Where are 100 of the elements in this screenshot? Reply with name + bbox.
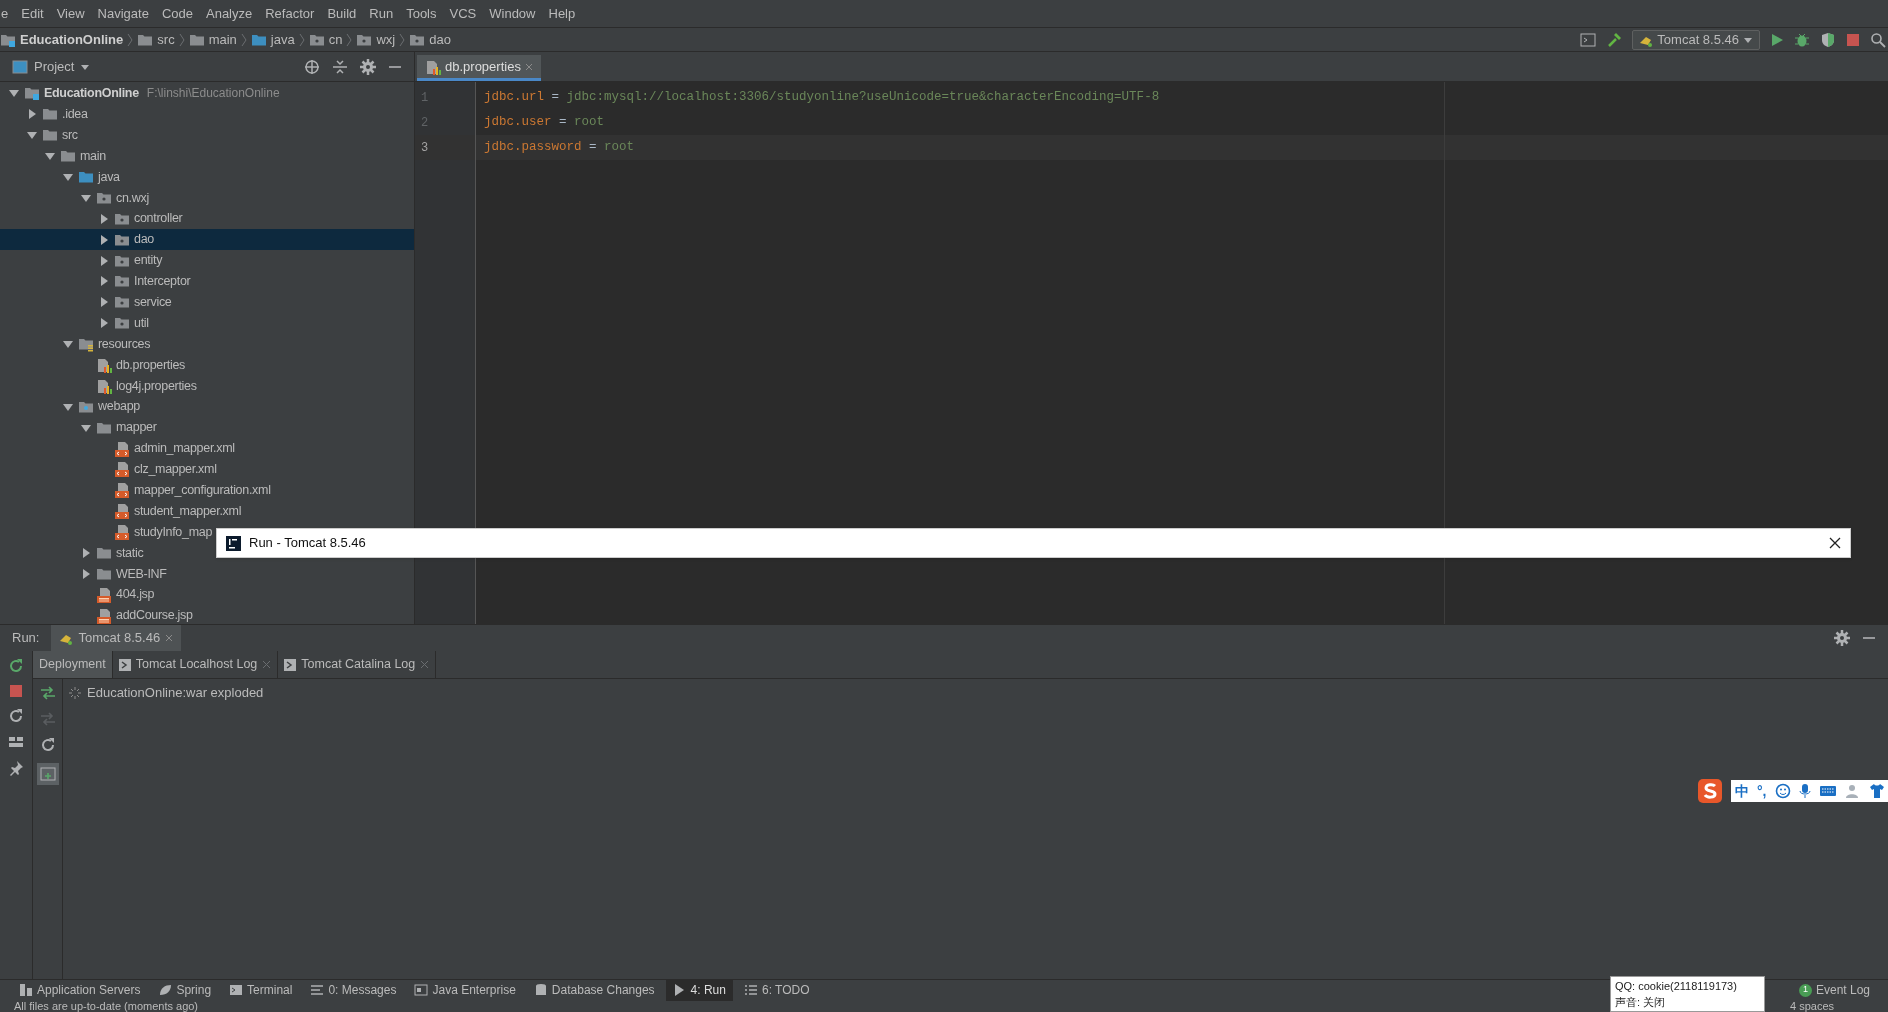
tree-item[interactable]: student_mapper.xml xyxy=(0,500,414,522)
run-configuration-dropdown[interactable]: Tomcat 8.5.46 xyxy=(1632,29,1760,50)
tree-item[interactable]: db.properties xyxy=(0,354,414,376)
xml-file-icon xyxy=(114,503,130,520)
layout-icon[interactable] xyxy=(8,734,24,750)
tree-item[interactable]: log4j.properties xyxy=(0,375,414,397)
smiley-icon[interactable] xyxy=(1774,783,1791,799)
tool-window-button[interactable]: Database Changes xyxy=(526,979,662,1001)
breadcrumb-item[interactable]: cn xyxy=(328,29,343,50)
menu-item[interactable]: e xyxy=(1,3,9,24)
menu-item[interactable]: VCS xyxy=(449,3,477,24)
package-folder-icon xyxy=(114,273,130,290)
deployment-item[interactable]: EducationOnline:war exploded xyxy=(87,683,264,703)
deploy-arrows-icon[interactable] xyxy=(39,685,56,701)
tool-window-button[interactable]: Terminal xyxy=(222,979,300,1001)
tree-item[interactable]: service xyxy=(0,291,414,313)
indent-setting[interactable]: 4 spaces xyxy=(1789,1000,1834,1012)
tree-item[interactable]: clz_mapper.xml xyxy=(0,459,414,480)
menu-item[interactable]: Help xyxy=(548,3,576,24)
hammer-icon[interactable] xyxy=(1606,31,1623,48)
properties-file-icon xyxy=(425,58,441,75)
chevron-icon xyxy=(298,32,305,47)
tree-item[interactable]: src xyxy=(0,124,414,146)
console-toggle-button[interactable] xyxy=(36,763,59,785)
tree-item[interactable]: .idea xyxy=(0,103,414,125)
collapse-all-icon[interactable] xyxy=(332,58,348,75)
log-tab[interactable]: Deployment xyxy=(33,651,113,678)
tool-window-button[interactable]: Java Enterprise xyxy=(407,979,523,1001)
menu-item[interactable]: Code xyxy=(161,3,193,24)
package-folder-icon xyxy=(114,294,130,311)
breadcrumb-item[interactable]: EducationOnline xyxy=(20,29,124,50)
tree-item[interactable]: controller xyxy=(0,208,414,230)
menu-item[interactable]: Window xyxy=(489,3,536,24)
folder-icon xyxy=(96,545,112,562)
tool-window-button[interactable]: Spring xyxy=(151,979,219,1001)
breadcrumb-item[interactable]: main xyxy=(208,29,237,50)
search-icon[interactable] xyxy=(1870,31,1886,48)
menu-item[interactable]: Refactor xyxy=(265,3,315,24)
stop-icon[interactable] xyxy=(9,684,23,698)
tree-item[interactable]: java xyxy=(0,166,414,188)
log-tab[interactable]: Tomcat Localhost Log xyxy=(112,651,279,678)
settings-icon[interactable] xyxy=(1834,630,1850,646)
tree-item[interactable]: EducationOnline F:\linshi\EducationOnline xyxy=(0,83,414,104)
menu-item[interactable]: Analyze xyxy=(206,3,253,24)
tree-item[interactable]: WEB-INF xyxy=(0,563,414,585)
run-icon[interactable] xyxy=(1770,31,1784,48)
project-view-dropdown[interactable]: Project xyxy=(34,56,91,77)
menu-item[interactable]: Navigate xyxy=(97,3,149,24)
tree-item[interactable]: resources xyxy=(0,333,414,355)
tree-item[interactable]: cn.wxj xyxy=(0,187,414,209)
tool-window-button[interactable]: Application Servers xyxy=(12,979,148,1001)
window-icon[interactable] xyxy=(1580,31,1597,48)
bug-icon[interactable] xyxy=(1794,31,1810,48)
menu-item[interactable]: Edit xyxy=(21,3,44,24)
menu-item[interactable]: Run xyxy=(369,3,394,24)
tree-item[interactable]: addCourse.jsp xyxy=(0,605,414,624)
tree-item[interactable]: util xyxy=(0,312,414,334)
run-tab[interactable]: Tomcat 8.5.46 xyxy=(51,625,182,651)
log-tab[interactable]: Tomcat Catalina Log xyxy=(278,651,437,678)
tree-item[interactable]: mapper xyxy=(0,417,414,439)
ime-mode[interactable]: °, xyxy=(1757,780,1767,802)
rerun-icon[interactable] xyxy=(8,658,24,674)
list-icon xyxy=(310,983,325,997)
tree-item[interactable]: 404.jsp xyxy=(0,584,414,606)
tree-item[interactable]: entity xyxy=(0,250,414,271)
menu-item[interactable]: Build xyxy=(327,3,357,24)
pin-icon[interactable] xyxy=(8,760,24,776)
stop-icon[interactable] xyxy=(1846,32,1860,47)
tool-window-button[interactable]: 4: Run xyxy=(665,979,733,1001)
code-line: jdbc.url = jdbc:mysql://localhost:3306/studyonline?useUnicode=true&characterEncoding=UTF-8 xyxy=(483,89,1161,107)
breadcrumb-item[interactable]: java xyxy=(270,29,295,50)
breadcrumb-item[interactable]: dao xyxy=(429,29,451,50)
menu-item[interactable]: View xyxy=(56,3,85,24)
menu-item[interactable]: Tools xyxy=(406,3,437,24)
settings-icon[interactable] xyxy=(360,58,376,75)
tree-item[interactable]: webapp xyxy=(0,396,414,418)
tool-window-button[interactable]: 6: TODO xyxy=(736,979,817,1001)
microphone-icon[interactable] xyxy=(1798,783,1811,799)
jsp-file-icon xyxy=(96,607,112,624)
event-log-button[interactable]: 1 Event Log xyxy=(1798,981,1870,999)
refresh-icon[interactable] xyxy=(8,708,24,724)
target-icon[interactable] xyxy=(304,58,320,75)
folder-icon xyxy=(78,169,94,185)
tree-item[interactable]: main xyxy=(0,145,414,167)
tree-item[interactable]: dao xyxy=(0,229,414,251)
console-icon xyxy=(39,766,56,782)
close-icon[interactable] xyxy=(1829,537,1841,549)
refresh-icon[interactable] xyxy=(39,737,56,753)
ime-mode[interactable]: 中 xyxy=(1735,780,1749,802)
editor-tab[interactable]: db.properties xyxy=(417,55,541,81)
shirt-icon[interactable] xyxy=(1868,783,1885,799)
breadcrumb-item[interactable]: wxj xyxy=(376,29,396,50)
keyboard-icon[interactable] xyxy=(1818,784,1837,798)
shield-icon[interactable] xyxy=(1820,31,1836,48)
tool-window-button[interactable]: 0: Messages xyxy=(303,979,404,1001)
tree-item[interactable]: admin_mapper.xml xyxy=(0,438,414,460)
tree-item[interactable]: Interceptor xyxy=(0,271,414,292)
tree-item[interactable]: mapper_configuration.xml xyxy=(0,479,414,501)
package-folder-icon xyxy=(114,315,130,332)
breadcrumb-item[interactable]: src xyxy=(157,29,175,50)
